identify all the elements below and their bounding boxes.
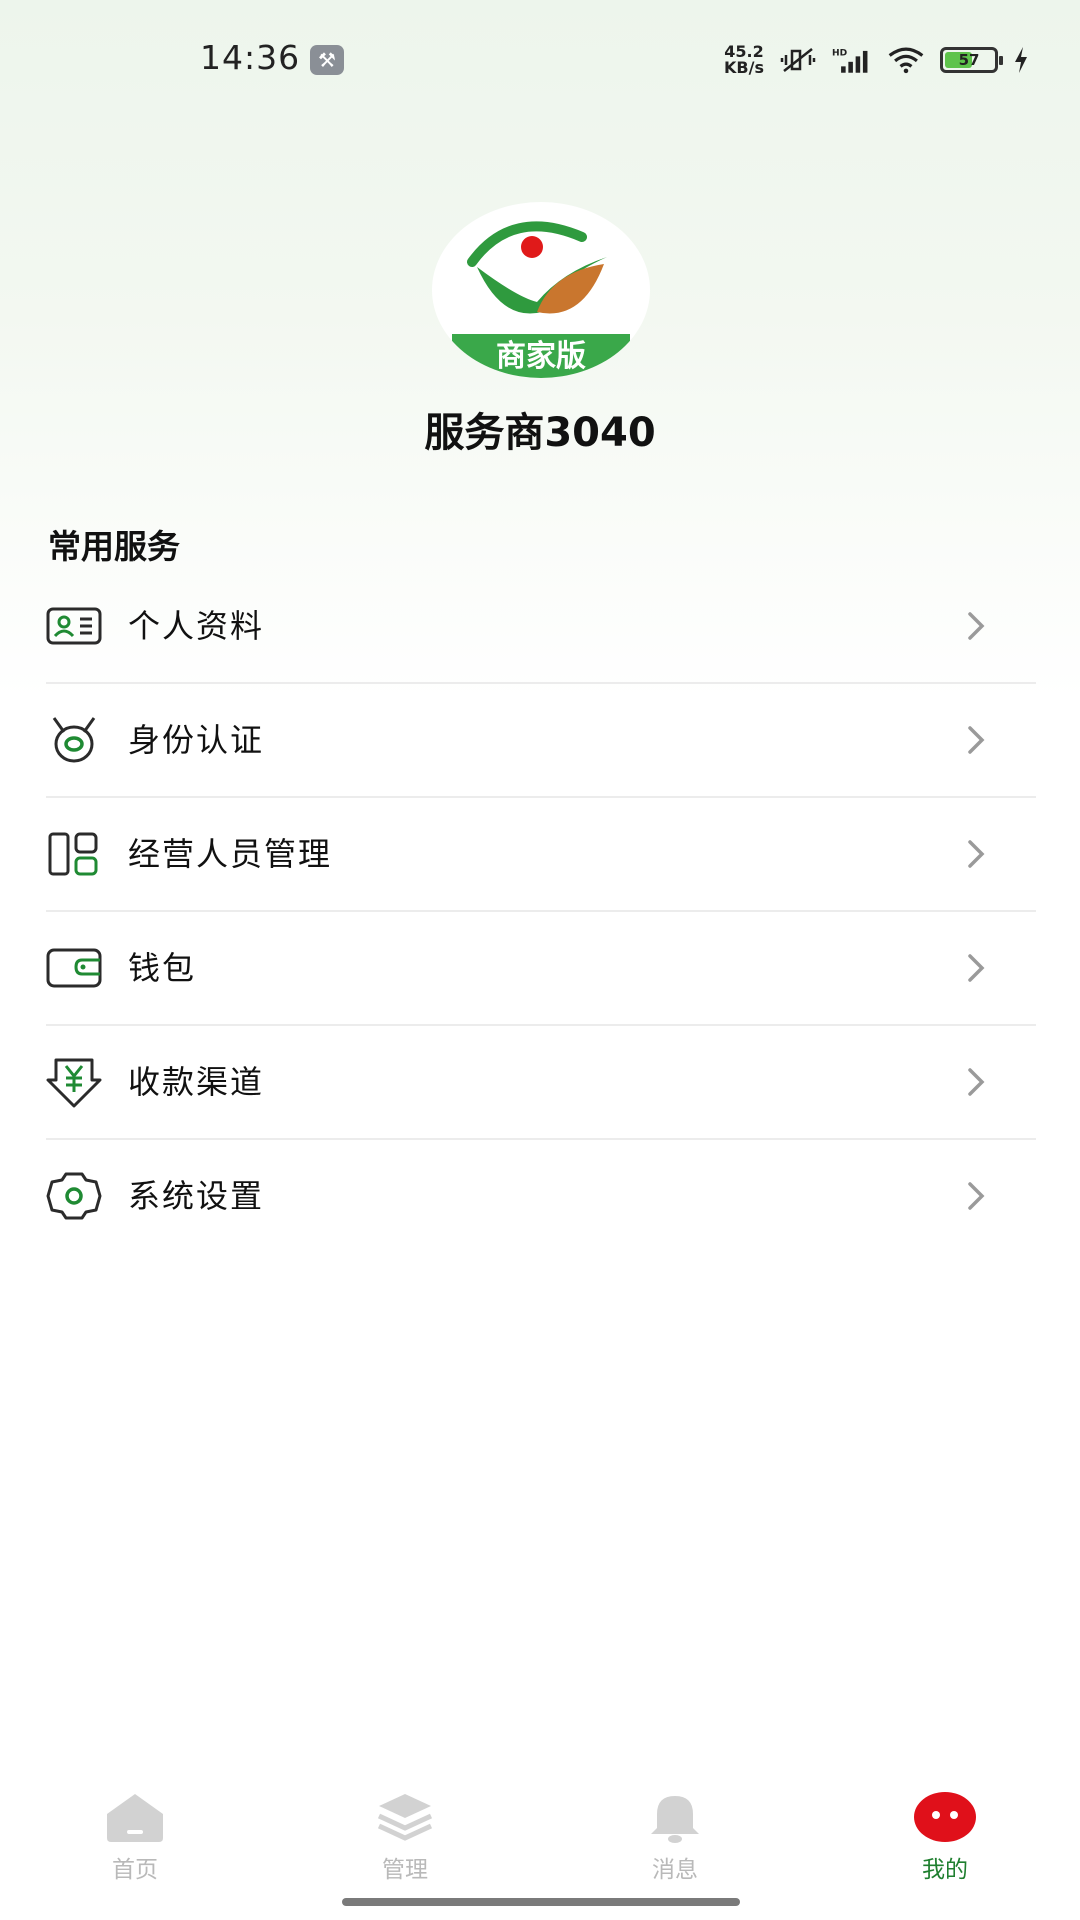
medal-icon [52, 717, 96, 763]
menu-item-payment-channels[interactable]: 收款渠道 [46, 1026, 1036, 1140]
section-title: 常用服务 [48, 527, 180, 566]
status-time: 14:36 [200, 38, 301, 77]
menu-label: 收款渠道 [128, 1063, 265, 1101]
cellular-signal-icon: HD [832, 48, 868, 73]
menu-item-personal-info[interactable]: 个人资料 [46, 570, 1036, 684]
nav-item-messages[interactable]: 消息 [540, 1770, 810, 1900]
user-name: 服务商3040 [424, 410, 656, 456]
nav-item-mine[interactable]: 我的 [810, 1770, 1080, 1900]
menu-label: 系统设置 [128, 1177, 265, 1215]
nav-label: 我的 [922, 1857, 968, 1883]
home-icon [107, 1794, 163, 1842]
profile-face-icon [914, 1792, 976, 1842]
menu-item-staff-management[interactable]: 经营人员管理 [46, 798, 1036, 912]
wifi-icon [888, 47, 924, 74]
staff-grid-icon [48, 832, 98, 876]
charging-bolt-icon [1015, 47, 1027, 73]
layers-icon [377, 1794, 433, 1841]
home-indicator[interactable] [342, 1898, 740, 1906]
merchant-logo-avatar[interactable]: 商家版 [432, 202, 650, 378]
mute-vibrate-icon [780, 48, 816, 72]
status-bar: 14:36 ⚒ 45.2 KB/s HD 57 [0, 0, 1080, 120]
yuan-receipt-icon [46, 1058, 102, 1108]
nav-label: 管理 [382, 1857, 428, 1883]
nav-item-home[interactable]: 首页 [0, 1770, 270, 1900]
wrench-icon: ⚒ [310, 45, 344, 75]
chevron-right-icon [968, 612, 985, 640]
battery-level: 57 [958, 51, 980, 69]
menu-label: 经营人员管理 [128, 835, 333, 873]
service-menu: 个人资料 身份认证 经营人员管理 钱包 收款渠道 系统设置 [46, 570, 1036, 1254]
chevron-right-icon [968, 1068, 985, 1096]
menu-label: 个人资料 [128, 607, 265, 645]
battery-nub [999, 56, 1003, 65]
gear-icon [46, 1172, 102, 1220]
chevron-right-icon [968, 954, 985, 982]
menu-item-identity-verification[interactable]: 身份认证 [46, 684, 1036, 798]
nav-item-manage[interactable]: 管理 [270, 1770, 540, 1900]
menu-label: 身份认证 [128, 721, 265, 759]
nav-label: 首页 [112, 1857, 158, 1883]
menu-item-wallet[interactable]: 钱包 [46, 912, 1036, 1026]
bottom-navigation: 首页 管理 消息 我的 [0, 1770, 1080, 1900]
id-card-icon [46, 607, 102, 645]
chevron-right-icon [968, 726, 985, 754]
network-type-label: HD [832, 48, 848, 58]
menu-item-system-settings[interactable]: 系统设置 [46, 1140, 1036, 1254]
network-speed: 45.2 KB/s [724, 44, 764, 76]
battery-icon: 57 [940, 47, 1003, 73]
chevron-right-icon [968, 840, 985, 868]
bell-icon [651, 1796, 699, 1843]
menu-label: 钱包 [128, 949, 197, 987]
network-speed-unit: KB/s [724, 58, 764, 77]
merchant-edition-badge: 商家版 [452, 334, 630, 378]
chevron-right-icon [968, 1182, 985, 1210]
status-icons: 45.2 KB/s HD 57 [724, 40, 1030, 80]
wallet-icon [46, 948, 102, 988]
nav-label: 消息 [652, 1857, 698, 1883]
